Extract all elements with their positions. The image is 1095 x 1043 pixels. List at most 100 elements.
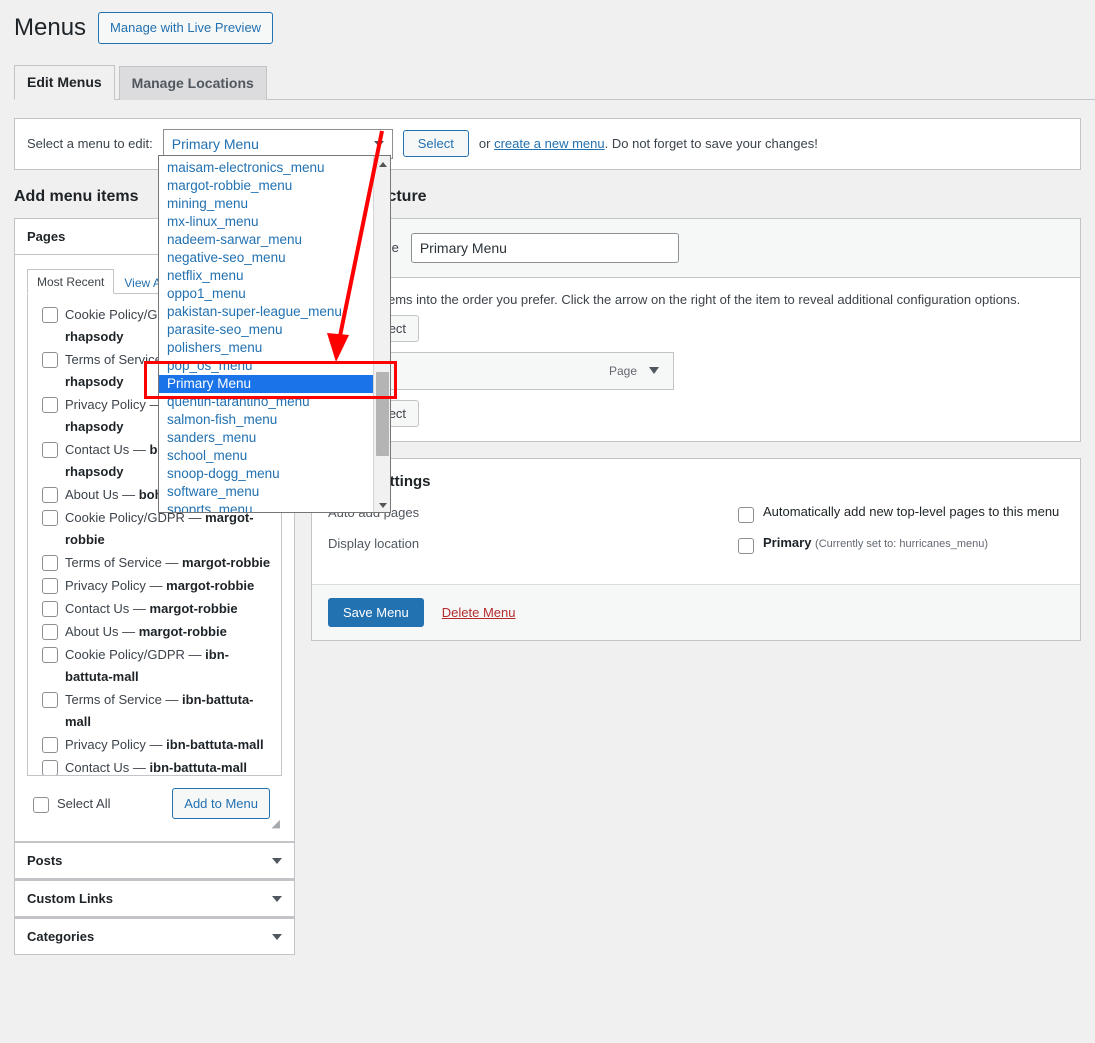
menu-item-type-label: Page bbox=[608, 363, 637, 378]
dropdown-option[interactable]: software_menu bbox=[159, 483, 375, 501]
menu-settings-inner: Menu Settings Auto add pages Automatical… bbox=[312, 459, 1080, 584]
menu-structure-description: Drag the items into the order you prefer… bbox=[328, 291, 1021, 307]
scrollbar-thumb[interactable] bbox=[376, 372, 389, 456]
dropdown-option[interactable]: polishers_menu bbox=[159, 339, 375, 357]
page-item-checkbox[interactable] bbox=[42, 396, 58, 413]
dropdown-option[interactable]: school_menu bbox=[159, 447, 375, 465]
dropdown-option[interactable]: parasite-seo_menu bbox=[159, 321, 375, 339]
select-button[interactable]: Select bbox=[402, 130, 469, 157]
dropdown-option[interactable]: nadeem-sarwar_menu bbox=[159, 231, 375, 249]
display-location-checkbox[interactable] bbox=[738, 537, 754, 554]
page-list-item[interactable]: Cookie Policy/GDPR — margot-robbie bbox=[36, 507, 273, 552]
accordion-categories[interactable]: Categories bbox=[15, 919, 294, 954]
dropdown-option[interactable]: negative-seo_menu bbox=[159, 249, 375, 267]
page-item-checkbox[interactable] bbox=[42, 577, 58, 594]
accordion-custom-links-label: Custom Links bbox=[27, 891, 113, 906]
page-item-checkbox[interactable] bbox=[42, 441, 58, 458]
dropdown-option[interactable]: snoop-dogg_menu bbox=[159, 465, 375, 483]
chevron-down-icon[interactable] bbox=[272, 857, 282, 864]
delete-menu-link[interactable]: Delete Menu bbox=[442, 605, 516, 620]
dropdown-scrollbar[interactable] bbox=[373, 156, 390, 512]
scroll-up-arrow-icon[interactable] bbox=[374, 156, 390, 173]
page-list-item[interactable]: Contact Us — margot-robbie bbox=[36, 598, 273, 621]
select-all-checkbox[interactable] bbox=[33, 796, 49, 813]
page-list-item[interactable]: Terms of Service — ibn-battuta-mall bbox=[36, 689, 273, 734]
dropdown-option[interactable]: pop_os_menu bbox=[159, 357, 375, 375]
resize-handle-icon[interactable]: ◢ bbox=[268, 818, 280, 830]
dropdown-option[interactable]: oppo1_menu bbox=[159, 285, 375, 303]
menu-settings-box: Menu Settings Auto add pages Automatical… bbox=[311, 457, 1081, 641]
scroll-down-arrow-icon[interactable] bbox=[374, 497, 390, 512]
page-item-checkbox[interactable] bbox=[42, 509, 58, 526]
dropdown-option[interactable]: netflix_menu bbox=[159, 267, 375, 285]
page-item-checkbox[interactable] bbox=[42, 646, 58, 663]
pages-panel-title: Pages bbox=[27, 228, 66, 244]
display-location-control[interactable]: Primary (Currently set to: hurricanes_me… bbox=[738, 535, 988, 554]
page-item-checkbox[interactable] bbox=[42, 554, 58, 571]
page-list-item[interactable]: Cookie Policy/GDPR — ibn-battuta-mall bbox=[36, 644, 273, 689]
accordion-posts[interactable]: Posts bbox=[15, 843, 294, 879]
accordion-categories-label: Categories bbox=[27, 929, 95, 944]
chevron-down-icon[interactable] bbox=[649, 367, 659, 374]
categories-postbox: Categories bbox=[14, 918, 295, 955]
auto-add-pages-checkbox-label: Automatically add new top-level pages to… bbox=[763, 503, 1060, 519]
display-location-label: Display location bbox=[328, 535, 420, 551]
add-to-menu-button[interactable]: Add to Menu bbox=[172, 787, 270, 819]
dropdown-option[interactable]: mx-linux_menu bbox=[159, 213, 375, 231]
page-list-item[interactable]: Contact Us — ibn-battuta-mall bbox=[36, 757, 273, 775]
tab-most-recent[interactable]: Most Recent bbox=[27, 268, 115, 294]
page-item-label: Terms of Service — margot-robbie bbox=[65, 554, 271, 570]
page-item-label: Contact Us — ibn-battuta-mall bbox=[65, 759, 248, 775]
auto-add-pages-checkbox[interactable] bbox=[738, 506, 754, 523]
dropdown-option[interactable]: sanders_menu bbox=[159, 429, 375, 447]
menu-settings-title: Menu Settings bbox=[328, 472, 431, 490]
dropdown-option[interactable]: spoprts_menu bbox=[159, 501, 375, 512]
page-item-label: Contact Us — margot-robbie bbox=[65, 600, 238, 616]
page-item-checkbox[interactable] bbox=[42, 486, 58, 503]
dropdown-option[interactable]: quentin-tarantino_menu bbox=[159, 393, 375, 411]
page-item-label: Privacy Policy — margot-robbie bbox=[65, 577, 255, 593]
create-a-new-menu-link[interactable]: create a new menu bbox=[494, 136, 605, 151]
menu-name-row: Menu Name bbox=[312, 218, 1080, 278]
dropdown-option[interactable]: pakistan-super-league_menu bbox=[159, 303, 375, 321]
chevron-down-icon[interactable] bbox=[272, 933, 282, 940]
page-list-item[interactable]: Privacy Policy — ibn-battuta-mall bbox=[36, 734, 273, 757]
menu-select-dropdown[interactable]: Primary Menu bbox=[162, 128, 393, 159]
tab-manage-locations[interactable]: Manage Locations bbox=[118, 65, 267, 100]
page-item-checkbox[interactable] bbox=[42, 600, 58, 617]
page-item-checkbox[interactable] bbox=[42, 691, 58, 708]
chevron-down-icon[interactable] bbox=[272, 895, 282, 902]
page-list-item[interactable]: Privacy Policy — margot-robbie bbox=[36, 575, 273, 598]
accordion-custom-links[interactable]: Custom Links bbox=[15, 881, 294, 917]
page-item-checkbox[interactable] bbox=[42, 306, 58, 323]
select-all-row[interactable]: Select All bbox=[33, 794, 110, 813]
page-item-checkbox[interactable] bbox=[42, 736, 58, 753]
location-note: (Currently set to: hurricanes_menu) bbox=[815, 537, 989, 550]
dropdown-option[interactable]: maisam-electronics_menu bbox=[159, 159, 375, 177]
dropdown-option[interactable]: margot-robbie_menu bbox=[159, 177, 375, 195]
chevron-down-icon bbox=[373, 140, 384, 147]
menu-structure-heading: Menu structure bbox=[311, 187, 427, 205]
page-item-checkbox[interactable] bbox=[42, 623, 58, 640]
page-list-item[interactable]: Terms of Service — margot-robbie bbox=[36, 552, 273, 575]
menu-structure-body: Drag the items into the order you prefer… bbox=[312, 277, 1080, 441]
tab-edit-menus[interactable]: Edit Menus bbox=[14, 64, 115, 100]
page-list-item[interactable]: About Us — margot-robbie bbox=[36, 621, 273, 644]
or-text: or bbox=[478, 136, 495, 151]
page-item-checkbox[interactable] bbox=[42, 351, 58, 368]
auto-add-pages-control[interactable]: Automatically add new top-level pages to… bbox=[738, 504, 1059, 523]
custom-links-postbox: Custom Links bbox=[14, 880, 295, 918]
manage-with-live-preview-button[interactable]: Manage with Live Preview bbox=[98, 12, 274, 44]
page-item-checkbox[interactable] bbox=[42, 759, 58, 775]
dropdown-option[interactable]: salmon-fish_menu bbox=[159, 411, 375, 429]
auto-add-pages-row: Auto add pages Automatically add new top… bbox=[328, 504, 1064, 523]
dropdown-option[interactable]: Primary Menu bbox=[159, 375, 375, 393]
posts-postbox: Posts bbox=[14, 842, 295, 880]
dropdown-option[interactable]: mining_menu bbox=[159, 195, 375, 213]
menu-name-input[interactable] bbox=[410, 232, 679, 263]
create-menu-hint: or create a new menu. Do not forget to s… bbox=[479, 136, 818, 151]
menu-select-dropdown-popup[interactable]: maisam-electronics_menu margot-robbie_men… bbox=[158, 155, 391, 513]
save-menu-button[interactable]: Save Menu bbox=[328, 597, 424, 627]
display-location-text: Primary (Currently set to: hurricanes_me… bbox=[763, 535, 988, 550]
dropdown-options-list[interactable]: maisam-electronics_menu margot-robbie_men… bbox=[159, 156, 375, 512]
